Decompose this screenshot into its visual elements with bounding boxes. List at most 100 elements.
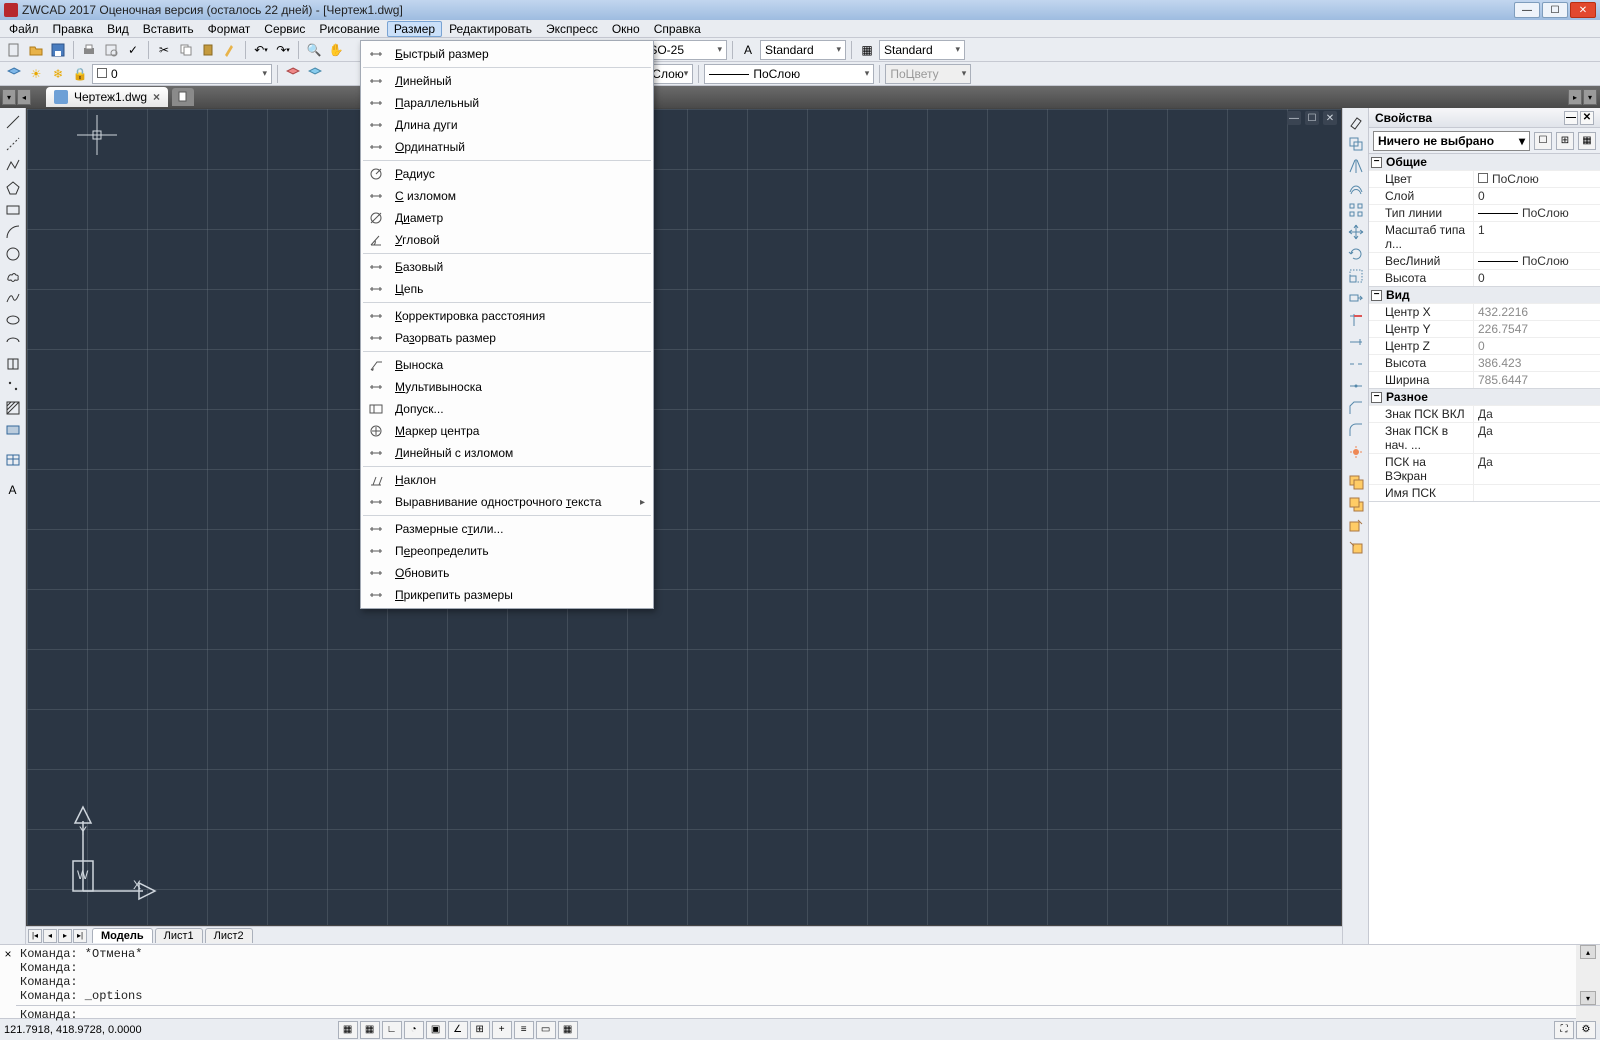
layer-state-button[interactable]: ☀ [26, 64, 46, 84]
quickselect-button[interactable]: ☐ [1534, 132, 1552, 150]
status-options-button[interactable]: ⚙ [1576, 1021, 1596, 1039]
menu-item-вставить[interactable]: Вставить [136, 21, 201, 37]
prop-group-Вид[interactable]: −Вид [1369, 287, 1600, 303]
erase-tool[interactable] [1346, 112, 1366, 132]
menu-item-вид[interactable]: Вид [100, 21, 136, 37]
prop-row[interactable]: Высота386.423 [1369, 354, 1600, 371]
pan-button[interactable]: ✋ [326, 40, 346, 60]
ortho-toggle[interactable]: ∟ [382, 1021, 402, 1039]
menu-item-dimstyle[interactable]: Размерные стили... [361, 518, 653, 540]
selection-combo[interactable]: Ничего не выбрано ▾ [1373, 131, 1530, 151]
minimize-button[interactable]: — [1514, 2, 1540, 18]
undo-button[interactable]: ↶▾ [251, 40, 271, 60]
viewport-maximize-button[interactable]: ☐ [1305, 111, 1319, 125]
cycle-toggle[interactable]: ▭ [536, 1021, 556, 1039]
layer-previous-button[interactable] [283, 64, 303, 84]
menu-item-окно[interactable]: Окно [605, 21, 647, 37]
command-input[interactable]: Команда: [16, 1006, 1576, 1024]
polyline-tool[interactable] [3, 156, 23, 176]
layout-tab-last[interactable]: ▸| [73, 929, 87, 943]
revcloud-tool[interactable] [3, 266, 23, 286]
snap-toggle[interactable]: ▦ [338, 1021, 358, 1039]
prop-group-Разное[interactable]: −Разное [1369, 389, 1600, 405]
otrack-toggle[interactable]: ∠ [448, 1021, 468, 1039]
menu-item-dimspace[interactable]: Корректировка расстояния [361, 305, 653, 327]
extend-tool[interactable] [1346, 332, 1366, 352]
offset-tool[interactable] [1346, 178, 1366, 198]
layout-tab-sheet2[interactable]: Лист2 [205, 928, 253, 943]
redo-button[interactable]: ↷▾ [273, 40, 293, 60]
document-tab-new[interactable] [172, 88, 194, 106]
properties-pin-button[interactable]: — [1564, 111, 1578, 125]
publish-button[interactable]: ✓ [123, 40, 143, 60]
layer-freeze-button[interactable]: ❄ [48, 64, 68, 84]
cmd-scroll-down[interactable]: ▾ [1580, 991, 1596, 1005]
layer-lock-button[interactable]: 🔒 [70, 64, 90, 84]
new-file-button[interactable] [4, 40, 24, 60]
dyn-toggle[interactable]: + [492, 1021, 512, 1039]
menu-item-jogged-dim[interactable]: С изломом [361, 185, 653, 207]
menu-item-override[interactable]: Переопределить [361, 540, 653, 562]
grid-toggle[interactable]: ▦ [360, 1021, 380, 1039]
region-tool[interactable] [3, 420, 23, 440]
menu-item-item[interactable]: Выравнивание однострочного текста▸ [361, 491, 653, 513]
move-tool[interactable] [1346, 222, 1366, 242]
draworder-back-tool[interactable] [1346, 494, 1366, 514]
stretch-tool[interactable] [1346, 288, 1366, 308]
prop-row[interactable]: Тип линииПоСлою [1369, 204, 1600, 221]
polygon-tool[interactable] [3, 178, 23, 198]
draworder-front-tool[interactable] [1346, 472, 1366, 492]
prop-value[interactable]: ПоСлою [1473, 171, 1600, 187]
menu-item-angular-dim[interactable]: Угловой [361, 229, 653, 251]
layout-tab-first[interactable]: |◂ [28, 929, 42, 943]
menu-item-размер[interactable]: Размер [387, 21, 442, 37]
prop-value[interactable]: 0 [1473, 188, 1600, 204]
menu-item-экспресс[interactable]: Экспресс [539, 21, 605, 37]
menu-item-arc-dim[interactable]: Длина дуги [361, 114, 653, 136]
viewport-minimize-button[interactable]: — [1287, 111, 1301, 125]
layout-tab-next[interactable]: ▸ [58, 929, 72, 943]
prop-row[interactable]: Слой0 [1369, 187, 1600, 204]
match-button[interactable] [220, 40, 240, 60]
doc-tab-scroll-prev[interactable]: ◂ [17, 89, 31, 105]
print-button[interactable] [79, 40, 99, 60]
textstyle-combo[interactable]: Standard▾ [760, 40, 846, 60]
doc-tab-scroll-next[interactable]: ▸ [1568, 89, 1582, 105]
explode-tool[interactable] [1346, 442, 1366, 462]
command-close-button[interactable]: × [0, 945, 16, 1018]
menu-item-aligned-dim[interactable]: Параллельный [361, 92, 653, 114]
close-button[interactable]: ✕ [1570, 2, 1596, 18]
maximize-button[interactable]: ☐ [1542, 2, 1568, 18]
menu-item-рисование[interactable]: Рисование [312, 21, 386, 37]
hatch-tool[interactable] [3, 398, 23, 418]
clean-screen-button[interactable]: ⛶ [1554, 1021, 1574, 1039]
menu-item-сервис[interactable]: Сервис [257, 21, 312, 37]
prop-value[interactable]: 0 [1473, 270, 1600, 286]
open-file-button[interactable] [26, 40, 46, 60]
chamfer-tool[interactable] [1346, 398, 1366, 418]
polar-toggle[interactable]: ◔ [404, 1021, 424, 1039]
menu-item-mleader[interactable]: Мультивыноска [361, 376, 653, 398]
cut-button[interactable]: ✂ [154, 40, 174, 60]
document-tab[interactable]: Чертеж1.dwg × [46, 87, 168, 107]
menu-item-формат[interactable]: Формат [201, 21, 258, 37]
print-preview-button[interactable] [101, 40, 121, 60]
menu-item-файл[interactable]: Файл [2, 21, 46, 37]
bycolor-combo[interactable]: ПоЦвету ▾ [885, 64, 971, 84]
construction-line-tool[interactable] [3, 134, 23, 154]
menu-item-radius-dim[interactable]: Радиус [361, 163, 653, 185]
prop-value[interactable] [1473, 485, 1600, 501]
prop-row[interactable]: Масштаб типа л...1 [1369, 221, 1600, 252]
line-tool[interactable] [3, 112, 23, 132]
array-tool[interactable] [1346, 200, 1366, 220]
textstyle-icon[interactable]: A [738, 40, 758, 60]
lwt-toggle[interactable]: ⊞ [470, 1021, 490, 1039]
ellipse-arc-tool[interactable] [3, 332, 23, 352]
lineweight-combo[interactable]: ПоСлою ▾ [704, 64, 874, 84]
layout-tab-sheet1[interactable]: Лист1 [155, 928, 203, 943]
break-tool[interactable] [1346, 354, 1366, 374]
prop-value[interactable]: Да [1473, 406, 1600, 422]
menu-item-linear-dim[interactable]: Линейный [361, 70, 653, 92]
menu-item-baseline-dim[interactable]: Базовый [361, 256, 653, 278]
menu-item-center-mark[interactable]: Маркер центра [361, 420, 653, 442]
